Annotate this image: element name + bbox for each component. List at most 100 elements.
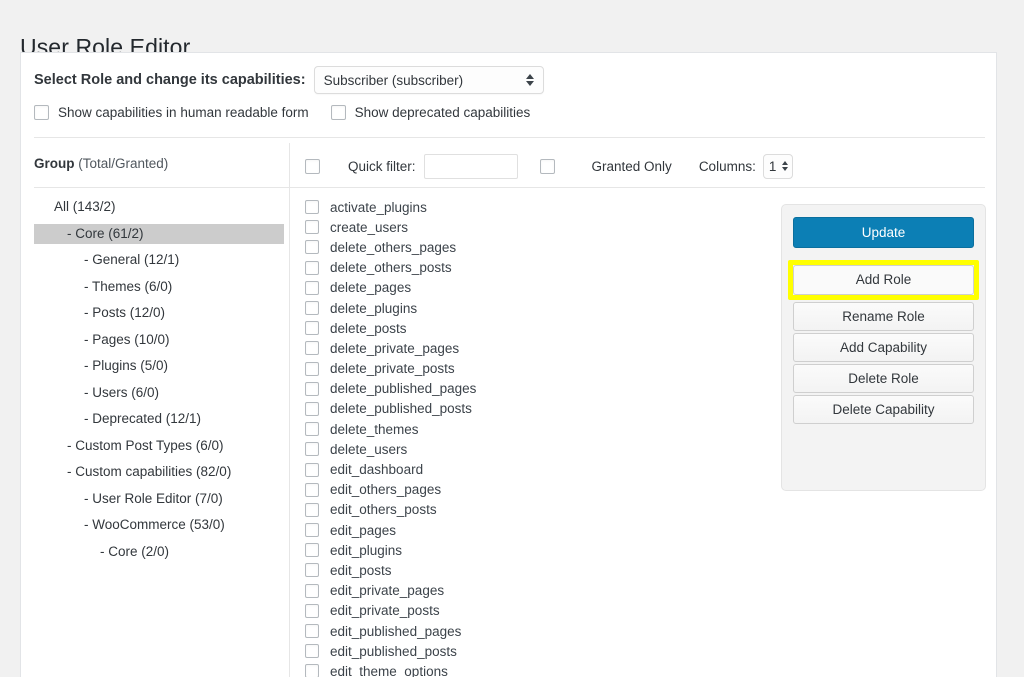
columns-stepper[interactable]: 1 bbox=[763, 154, 793, 179]
capability-row[interactable]: create_users bbox=[305, 217, 775, 237]
capability-row[interactable]: edit_theme_options bbox=[305, 661, 775, 677]
human-readable-checkbox[interactable] bbox=[34, 105, 49, 120]
capability-checkbox[interactable] bbox=[305, 483, 319, 497]
capability-checkbox[interactable] bbox=[305, 543, 319, 557]
capability-row[interactable]: delete_private_posts bbox=[305, 359, 775, 379]
capability-checkbox[interactable] bbox=[305, 604, 319, 618]
human-readable-option[interactable]: Show capabilities in human readable form bbox=[34, 105, 309, 120]
select-all-checkbox[interactable] bbox=[305, 159, 320, 174]
capability-row[interactable]: delete_others_posts bbox=[305, 258, 775, 278]
capability-row[interactable]: edit_plugins bbox=[305, 540, 775, 560]
group-tree-item[interactable]: - User Role Editor (7/0) bbox=[34, 489, 284, 509]
capability-checkbox[interactable] bbox=[305, 644, 319, 658]
capability-label: delete_private_pages bbox=[330, 341, 459, 356]
capability-label: edit_others_pages bbox=[330, 482, 441, 497]
group-tree-item[interactable]: - Pages (10/0) bbox=[34, 330, 284, 350]
group-tree-item[interactable]: - Custom capabilities (82/0) bbox=[34, 462, 284, 482]
columns-control: Columns: 1 bbox=[699, 154, 793, 179]
capability-checkbox[interactable] bbox=[305, 200, 319, 214]
capability-row[interactable]: delete_private_pages bbox=[305, 338, 775, 358]
capability-checkbox[interactable] bbox=[305, 382, 319, 396]
capability-label: delete_posts bbox=[330, 321, 407, 336]
capability-checkbox[interactable] bbox=[305, 503, 319, 517]
capability-row[interactable]: delete_plugins bbox=[305, 298, 775, 318]
group-tree-item[interactable]: - Themes (6/0) bbox=[34, 277, 284, 297]
capability-row[interactable]: delete_pages bbox=[305, 278, 775, 298]
capability-checkbox[interactable] bbox=[305, 281, 319, 295]
update-button[interactable]: Update bbox=[793, 217, 974, 248]
capability-checkbox[interactable] bbox=[305, 362, 319, 376]
columns-value: 1 bbox=[769, 159, 777, 174]
group-tree-item[interactable]: - Users (6/0) bbox=[34, 383, 284, 403]
capability-label: activate_plugins bbox=[330, 200, 427, 215]
capability-row[interactable]: delete_themes bbox=[305, 419, 775, 439]
group-header-suffix: (Total/Granted) bbox=[75, 156, 169, 171]
capability-label: edit_others_posts bbox=[330, 502, 437, 517]
capability-row[interactable]: edit_others_pages bbox=[305, 480, 775, 500]
capability-row[interactable]: delete_published_pages bbox=[305, 379, 775, 399]
capability-row[interactable]: edit_private_pages bbox=[305, 581, 775, 601]
capability-checkbox[interactable] bbox=[305, 261, 319, 275]
group-tree-item[interactable]: - Core (2/0) bbox=[34, 542, 284, 562]
main-card: Select Role and change its capabilities:… bbox=[20, 52, 997, 677]
capability-checkbox[interactable] bbox=[305, 563, 319, 577]
group-tree-item[interactable]: - Posts (12/0) bbox=[34, 303, 284, 323]
capability-label: delete_themes bbox=[330, 422, 419, 437]
columns-stepper-icon[interactable] bbox=[782, 161, 788, 171]
group-tree-item[interactable]: - WooCommerce (53/0) bbox=[34, 515, 284, 535]
capability-label: delete_others_pages bbox=[330, 240, 456, 255]
group-tree-item[interactable]: All (143/2) bbox=[34, 197, 284, 217]
granted-only-option[interactable]: Granted Only bbox=[540, 159, 672, 174]
group-tree-item[interactable]: - Plugins (5/0) bbox=[34, 356, 284, 376]
capability-row[interactable]: delete_published_posts bbox=[305, 399, 775, 419]
granted-only-label: Granted Only bbox=[592, 159, 672, 174]
capability-checkbox[interactable] bbox=[305, 402, 319, 416]
capability-label: create_users bbox=[330, 220, 408, 235]
capability-row[interactable]: edit_pages bbox=[305, 520, 775, 540]
delete-capability-button[interactable]: Delete Capability bbox=[793, 395, 974, 424]
capability-checkbox[interactable] bbox=[305, 301, 319, 315]
capability-checkbox[interactable] bbox=[305, 240, 319, 254]
capability-checkbox[interactable] bbox=[305, 463, 319, 477]
capability-checkbox[interactable] bbox=[305, 664, 319, 677]
deprecated-option[interactable]: Show deprecated capabilities bbox=[331, 105, 531, 120]
capability-checkbox[interactable] bbox=[305, 624, 319, 638]
capability-row[interactable]: edit_dashboard bbox=[305, 459, 775, 479]
capability-checkbox[interactable] bbox=[305, 321, 319, 335]
capability-row[interactable]: edit_published_pages bbox=[305, 621, 775, 641]
group-tree-item[interactable]: - General (12/1) bbox=[34, 250, 284, 270]
capability-row[interactable]: delete_posts bbox=[305, 318, 775, 338]
capability-label: edit_posts bbox=[330, 563, 392, 578]
group-tree-item[interactable]: - Custom Post Types (6/0) bbox=[34, 436, 284, 456]
capability-checkbox[interactable] bbox=[305, 584, 319, 598]
rename-role-button[interactable]: Rename Role bbox=[793, 302, 974, 331]
capability-checkbox[interactable] bbox=[305, 442, 319, 456]
capability-checkbox[interactable] bbox=[305, 523, 319, 537]
add-role-button[interactable]: Add Role bbox=[793, 265, 974, 295]
quick-filter-input[interactable] bbox=[424, 154, 518, 179]
capability-row[interactable]: edit_private_posts bbox=[305, 601, 775, 621]
capability-label: edit_dashboard bbox=[330, 462, 423, 477]
capability-row[interactable]: activate_plugins bbox=[305, 197, 775, 217]
capability-row[interactable]: edit_posts bbox=[305, 560, 775, 580]
granted-only-checkbox[interactable] bbox=[540, 159, 555, 174]
capability-row[interactable]: delete_others_pages bbox=[305, 237, 775, 257]
capability-checkbox[interactable] bbox=[305, 341, 319, 355]
divider-top bbox=[34, 137, 985, 138]
deprecated-checkbox[interactable] bbox=[331, 105, 346, 120]
capability-label: edit_private_pages bbox=[330, 583, 444, 598]
role-select[interactable]: Subscriber (subscriber) bbox=[314, 66, 544, 94]
capability-row[interactable]: edit_others_posts bbox=[305, 500, 775, 520]
add-capability-button[interactable]: Add Capability bbox=[793, 333, 974, 362]
group-tree-item[interactable]: - Deprecated (12/1) bbox=[34, 409, 284, 429]
capability-label: delete_private_posts bbox=[330, 361, 455, 376]
capability-row[interactable]: delete_users bbox=[305, 439, 775, 459]
user-role-editor-page: User Role Editor Select Role and change … bbox=[0, 0, 1024, 677]
group-tree-item[interactable]: - Core (61/2) bbox=[34, 224, 284, 244]
delete-role-button[interactable]: Delete Role bbox=[793, 364, 974, 393]
capability-checkbox[interactable] bbox=[305, 220, 319, 234]
capability-checkbox[interactable] bbox=[305, 422, 319, 436]
human-readable-label: Show capabilities in human readable form bbox=[58, 105, 309, 120]
capability-row[interactable]: edit_published_posts bbox=[305, 641, 775, 661]
add-role-highlight: Add Role bbox=[788, 260, 979, 300]
